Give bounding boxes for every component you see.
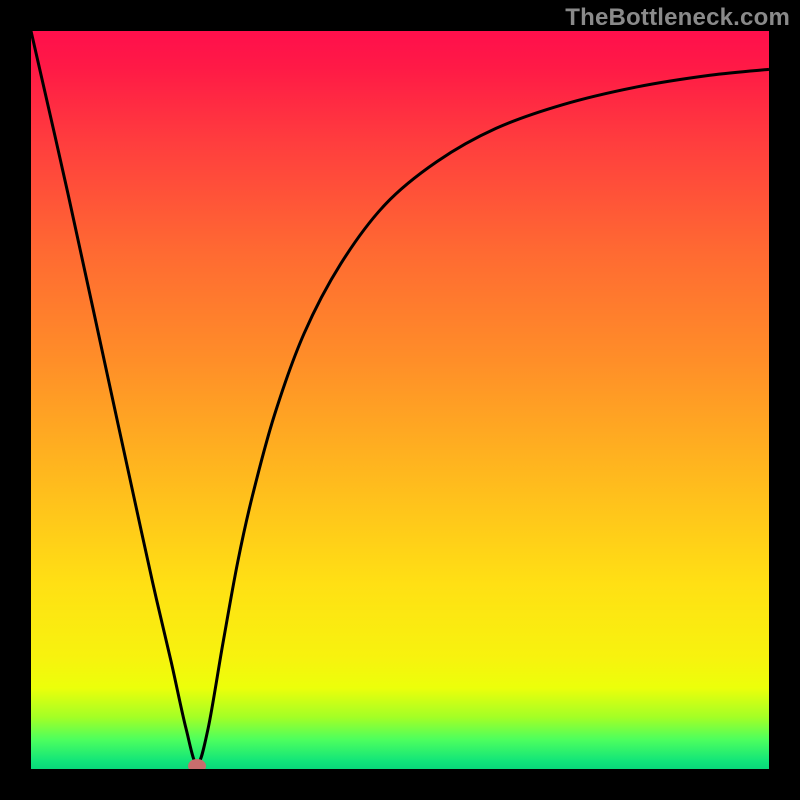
chart-frame: TheBottleneck.com xyxy=(0,0,800,800)
chart-svg xyxy=(31,31,769,769)
curve-line xyxy=(31,31,769,764)
plot-area xyxy=(31,31,769,769)
attribution-label: TheBottleneck.com xyxy=(565,4,790,32)
marker-dot xyxy=(188,759,206,769)
